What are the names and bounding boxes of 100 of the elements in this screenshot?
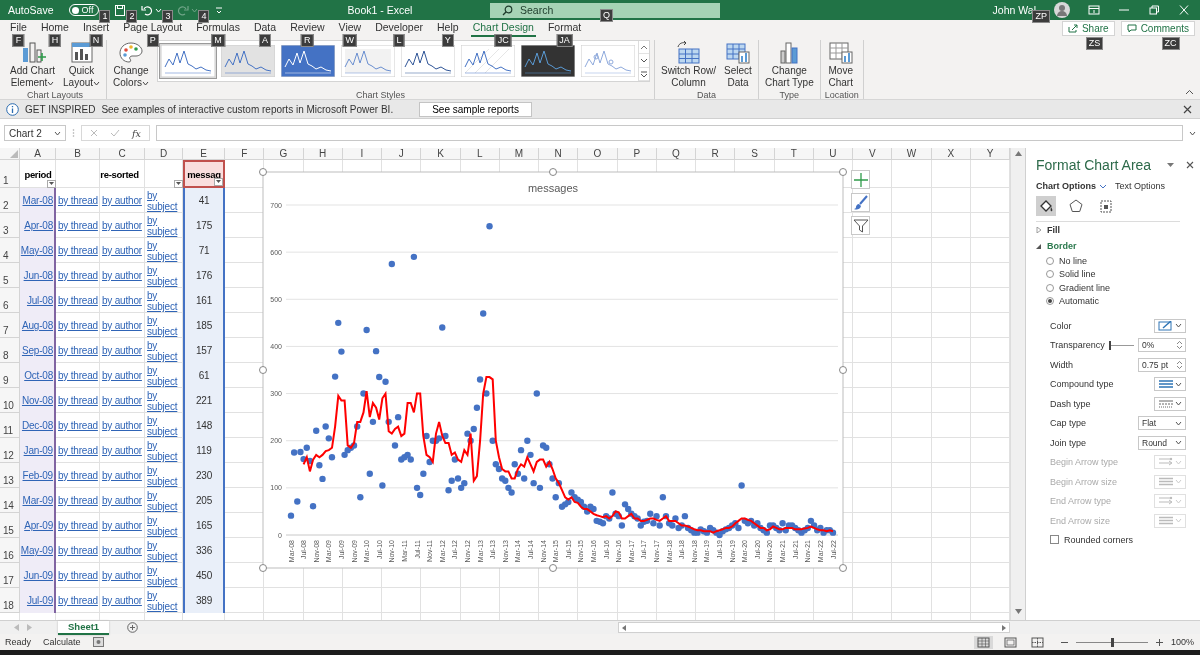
hyperlink[interactable]: by author bbox=[100, 538, 145, 563]
hyperlink[interactable]: by subject bbox=[145, 288, 183, 313]
row-header[interactable]: 6 bbox=[0, 288, 20, 313]
hyperlink[interactable]: by author bbox=[100, 188, 145, 213]
row-header[interactable]: 11 bbox=[0, 413, 20, 438]
hyperlink[interactable]: by subject bbox=[145, 538, 183, 563]
column-header[interactable]: F bbox=[225, 148, 265, 160]
hyperlink[interactable]: by subject bbox=[145, 188, 183, 213]
hyperlink[interactable]: by author bbox=[100, 313, 145, 338]
radio-option[interactable]: No line bbox=[1036, 254, 1194, 268]
column-header[interactable]: W bbox=[892, 148, 932, 160]
spin-box[interactable]: 0% bbox=[1138, 338, 1186, 353]
hyperlink[interactable]: by author bbox=[100, 338, 145, 363]
row-header[interactable]: 13 bbox=[0, 463, 20, 488]
hyperlink[interactable]: by subject bbox=[145, 238, 183, 263]
hyperlink[interactable]: by author bbox=[100, 413, 145, 438]
hyperlink[interactable]: by subject bbox=[145, 363, 183, 388]
ribbon-tab[interactable]: Help bbox=[430, 20, 466, 37]
comments-button[interactable]: Comments bbox=[1120, 21, 1195, 36]
ribbon-tab[interactable]: Page Layout bbox=[116, 20, 190, 37]
move-button[interactable]: Move Chart bbox=[824, 40, 857, 89]
ribbon-tab[interactable]: Chart Design bbox=[465, 20, 541, 37]
dropdown[interactable]: Round bbox=[1138, 435, 1186, 450]
section-header[interactable]: Border bbox=[1036, 238, 1194, 254]
column-header[interactable]: A bbox=[20, 148, 56, 160]
row-header[interactable]: 4 bbox=[0, 238, 20, 263]
hyperlink[interactable]: Apr-08 bbox=[20, 213, 56, 238]
hyperlink[interactable]: Nov-08 bbox=[20, 388, 56, 413]
ribbon-tab[interactable]: Home bbox=[33, 20, 76, 37]
dropdown[interactable]: Flat bbox=[1138, 416, 1186, 431]
row-header[interactable]: 8 bbox=[0, 338, 20, 363]
hyperlink[interactable]: May-09 bbox=[20, 538, 56, 563]
column-header[interactable]: V bbox=[853, 148, 893, 160]
hyperlink[interactable]: by author bbox=[100, 513, 145, 538]
hyperlink[interactable]: by subject bbox=[145, 513, 183, 538]
ribbon-tab[interactable]: Review bbox=[283, 20, 332, 37]
ribbon-tab[interactable]: Format bbox=[540, 20, 589, 37]
hyperlink[interactable]: by subject bbox=[145, 263, 183, 288]
hyperlink[interactable]: by subject bbox=[145, 463, 183, 488]
checkbox-option[interactable]: Rounded corners bbox=[1036, 530, 1194, 549]
section-header[interactable]: Fill bbox=[1036, 222, 1194, 238]
radio-option[interactable]: Automatic bbox=[1036, 294, 1194, 308]
ribbon-tab[interactable]: Developer bbox=[368, 20, 430, 37]
hyperlink[interactable]: by thread bbox=[56, 363, 100, 388]
row-header[interactable]: 15 bbox=[0, 513, 20, 538]
hyperlink[interactable]: Jul-09 bbox=[20, 588, 56, 613]
switch-button[interactable]: Switch Row/ Column bbox=[658, 40, 718, 89]
sheet-tab[interactable]: Sheet1 bbox=[58, 620, 110, 635]
hyperlink[interactable]: by author bbox=[100, 463, 145, 488]
column-header[interactable]: H bbox=[303, 148, 343, 160]
select-data-button[interactable]: Select Data bbox=[722, 40, 754, 89]
column-header[interactable]: J bbox=[382, 148, 422, 160]
hyperlink[interactable]: by thread bbox=[56, 388, 100, 413]
hyperlink[interactable]: Apr-09 bbox=[20, 513, 56, 538]
hyperlink[interactable]: by thread bbox=[56, 463, 100, 488]
column-header[interactable]: C bbox=[100, 148, 145, 160]
hyperlink[interactable]: by author bbox=[100, 438, 145, 463]
ribbon-tab[interactable]: File bbox=[3, 20, 34, 37]
hyperlink[interactable]: by thread bbox=[56, 438, 100, 463]
hyperlink[interactable]: by subject bbox=[145, 438, 183, 463]
column-header[interactable]: Q bbox=[656, 148, 696, 160]
hyperlink[interactable]: May-08 bbox=[20, 238, 56, 263]
hyperlink[interactable]: by thread bbox=[56, 188, 100, 213]
row-header[interactable]: 3 bbox=[0, 213, 20, 238]
column-header[interactable]: M bbox=[499, 148, 539, 160]
column-header[interactable]: K bbox=[421, 148, 461, 160]
hyperlink[interactable]: by author bbox=[100, 388, 145, 413]
column-header[interactable]: X bbox=[931, 148, 971, 160]
calculate-button[interactable]: Calculate bbox=[43, 637, 81, 647]
row-header[interactable]: 2 bbox=[0, 188, 20, 213]
hyperlink[interactable]: by author bbox=[100, 238, 145, 263]
column-header[interactable]: G bbox=[264, 148, 304, 160]
hyperlink[interactable]: Jan-09 bbox=[20, 438, 56, 463]
hyperlink[interactable]: by thread bbox=[56, 263, 100, 288]
column-header[interactable]: O bbox=[578, 148, 618, 160]
hyperlink[interactable]: by subject bbox=[145, 388, 183, 413]
hyperlink[interactable]: Aug-08 bbox=[20, 313, 56, 338]
hyperlink[interactable]: by thread bbox=[56, 238, 100, 263]
hyperlink[interactable]: by author bbox=[100, 288, 145, 313]
hyperlink[interactable]: by subject bbox=[145, 563, 183, 588]
hyperlink[interactable]: Dec-08 bbox=[20, 413, 56, 438]
row-header[interactable]: 16 bbox=[0, 538, 20, 563]
ribbon-tab[interactable]: Formulas bbox=[189, 20, 247, 37]
column-header[interactable]: B bbox=[56, 148, 100, 160]
column-header[interactable]: L bbox=[460, 148, 500, 160]
column-header[interactable]: P bbox=[617, 148, 657, 160]
hyperlink[interactable]: Mar-09 bbox=[20, 488, 56, 513]
insert-function-button[interactable]: fx bbox=[132, 127, 141, 139]
hyperlink[interactable]: by subject bbox=[145, 313, 183, 338]
hyperlink[interactable]: Oct-08 bbox=[20, 363, 56, 388]
hyperlink[interactable]: by thread bbox=[56, 288, 100, 313]
hyperlink[interactable]: by thread bbox=[56, 538, 100, 563]
row-header[interactable]: 10 bbox=[0, 388, 20, 413]
hyperlink[interactable]: by subject bbox=[145, 413, 183, 438]
column-header[interactable]: Y bbox=[970, 148, 1010, 160]
row-header[interactable]: 9 bbox=[0, 363, 20, 388]
row-header[interactable]: 12 bbox=[0, 438, 20, 463]
column-header[interactable]: E bbox=[183, 148, 225, 160]
hyperlink[interactable]: by author bbox=[100, 363, 145, 388]
row-header[interactable]: 17 bbox=[0, 563, 20, 588]
